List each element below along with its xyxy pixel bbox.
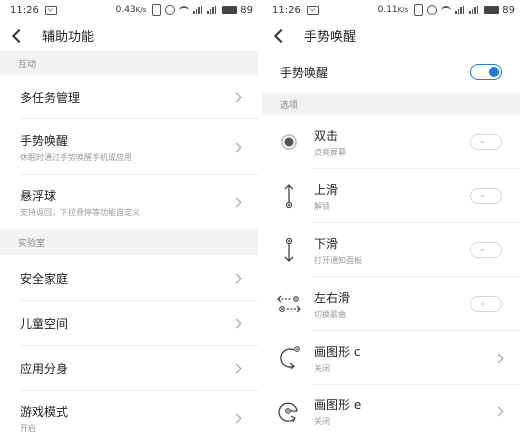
option-subtitle: 打开通知面板 (314, 255, 362, 265)
status-time: 11:26 (272, 4, 301, 16)
network-rate: 0.43K/s (115, 5, 147, 15)
option-double-tap[interactable]: 双击 点亮屏幕 (262, 115, 520, 169)
swipe-up-toggle[interactable] (470, 188, 502, 204)
chevron-right-icon (231, 318, 242, 329)
wifi-icon (179, 5, 190, 15)
list-item-kids-space[interactable]: 儿童空间 (0, 301, 258, 346)
gesture-wake-screen: 11:26 0.11K/s 89 手势唤醒 手势唤醒 选项 双击 点亮屏幕 上滑… (262, 0, 520, 446)
item-label: 多任务管理 (20, 90, 81, 105)
vibrate-icon (414, 4, 424, 16)
page-title: 手势唤醒 (304, 30, 357, 45)
master-label: 手势唤醒 (280, 65, 329, 80)
list-item-floating-ball[interactable]: 悬浮球 支持返回、下拉悬停等功能自定义 (0, 175, 258, 229)
network-rate: 0.11K/s (377, 5, 409, 15)
option-label: 双击 (314, 128, 339, 143)
list-item-app-clone[interactable]: 应用分身 (0, 346, 258, 391)
back-icon[interactable] (11, 28, 27, 43)
alarm-icon (427, 5, 438, 15)
option-swipe-down[interactable]: 下滑 打开通知面板 (262, 223, 520, 277)
page-title: 辅助功能 (42, 30, 95, 45)
battery-icon: 89 (222, 5, 253, 16)
draw-e-icon (276, 396, 302, 426)
item-label: 应用分身 (20, 362, 69, 376)
battery-icon: 89 (484, 5, 515, 16)
signal-icon (455, 6, 465, 14)
mail-icon (44, 5, 57, 15)
gesture-wake-master-row[interactable]: 手势唤醒 (262, 51, 520, 93)
item-subtitle: 开启 (20, 423, 36, 433)
section-header: 实验室 (0, 229, 258, 255)
option-label: 下滑 (314, 236, 339, 251)
status-bar: 11:26 0.43K/s 89 (0, 0, 258, 20)
page-header: 手势唤醒 (262, 20, 520, 51)
item-label: 游戏模式 (20, 404, 69, 419)
double-tap-toggle[interactable] (470, 134, 502, 150)
option-subtitle: 关闭 (314, 363, 330, 373)
option-subtitle: 点亮屏幕 (314, 147, 346, 157)
back-icon[interactable] (273, 28, 289, 43)
swipe-down-toggle[interactable] (470, 242, 502, 258)
option-subtitle: 关闭 (314, 416, 330, 426)
option-swipe-up[interactable]: 上滑 解锁 (262, 169, 520, 223)
signal-icon (207, 6, 217, 14)
option-label: 上滑 (314, 182, 339, 197)
option-label: 画图形 e (314, 397, 362, 412)
list-item-gesture-wake[interactable]: 手势唤醒 休眠时通过手势唤醒手机或应用 (0, 119, 258, 175)
chevron-right-icon (231, 363, 242, 374)
list-item-game-mode[interactable]: 游戏模式 开启 (0, 391, 258, 445)
option-draw-e[interactable]: 画图形 e 关闭 (262, 385, 520, 437)
item-label: 手势唤醒 (20, 133, 69, 148)
page-header: 辅助功能 (0, 20, 258, 51)
item-subtitle: 休眠时通过手势唤醒手机或应用 (20, 152, 132, 162)
item-label: 安全家庭 (20, 271, 69, 286)
swipe-left-right-icon (276, 289, 302, 319)
item-label: 悬浮球 (20, 188, 57, 203)
chevron-right-icon (231, 273, 242, 283)
chevron-right-icon (231, 92, 242, 102)
chevron-right-icon (493, 406, 504, 416)
option-label: 左右滑 (314, 290, 351, 305)
gesture-wake-toggle[interactable] (470, 64, 502, 80)
wifi-icon (441, 5, 452, 15)
option-subtitle: 切换歌曲 (314, 309, 346, 319)
option-draw-c[interactable]: 画图形 c 关闭 (262, 331, 520, 385)
double-tap-icon (276, 127, 302, 157)
status-bar: 11:26 0.11K/s 89 (262, 0, 520, 20)
status-time: 11:26 (10, 4, 39, 16)
chevron-right-icon (231, 142, 242, 152)
swipe-left-right-toggle[interactable] (470, 296, 502, 312)
chevron-right-icon (231, 197, 242, 207)
item-label: 儿童空间 (20, 317, 69, 331)
list-item-multitask[interactable]: 多任务管理 (0, 75, 258, 119)
accessibility-screen: 11:26 0.43K/s 89 辅助功能 互动 多任务管理 手势唤醒 休眠时通… (0, 0, 258, 446)
draw-c-icon (276, 343, 302, 373)
section-header: 选项 (262, 93, 520, 115)
item-subtitle: 支持返回、下拉悬停等功能自定义 (20, 207, 140, 217)
option-subtitle: 解锁 (314, 201, 330, 211)
swipe-down-icon (276, 235, 302, 265)
option-swipe-left-right[interactable]: 左右滑 切换歌曲 (262, 277, 520, 331)
mail-icon (306, 5, 319, 15)
signal-icon (193, 6, 203, 14)
list-item-safe-family[interactable]: 安全家庭 (0, 255, 258, 301)
chevron-right-icon (231, 413, 242, 423)
chevron-right-icon (493, 353, 504, 363)
option-label: 画图形 c (314, 344, 361, 359)
signal-icon (469, 6, 479, 14)
vibrate-icon (152, 4, 162, 16)
section-header: 互动 (0, 51, 258, 75)
swipe-up-icon (276, 181, 302, 211)
alarm-icon (165, 5, 176, 15)
